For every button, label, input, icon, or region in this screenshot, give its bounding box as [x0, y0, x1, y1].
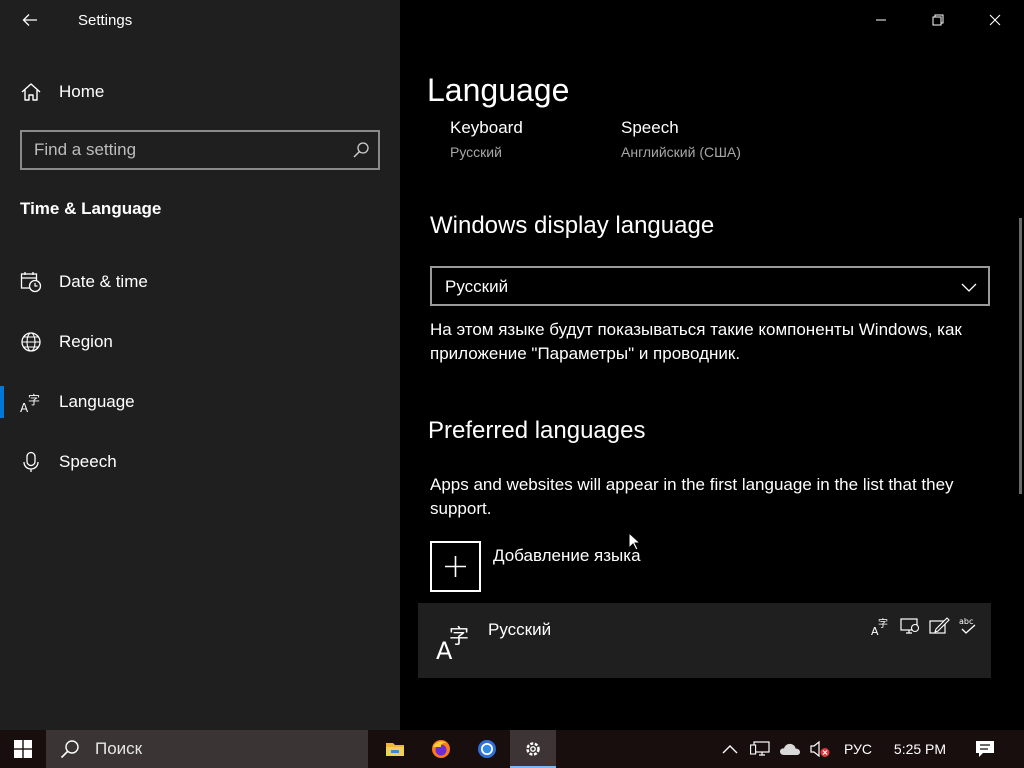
keyboard-summary[interactable]: Keyboard Русский — [450, 118, 523, 160]
sidebar-item-label: Date & time — [59, 272, 148, 291]
preferred-language-item[interactable]: A 字 Русский A 字 abc — [418, 603, 991, 678]
handwriting-icon — [929, 617, 950, 634]
volume-tray-button[interactable] — [806, 730, 834, 768]
close-button[interactable] — [972, 0, 1018, 40]
search-input[interactable] — [34, 139, 334, 161]
chevron-up-icon — [722, 745, 738, 754]
sidebar-item-date-time[interactable]: Date & time — [0, 260, 400, 304]
display-language-dropdown[interactable]: Русский — [430, 266, 990, 306]
chrome-icon — [478, 740, 496, 758]
sidebar-item-label: Home — [59, 82, 105, 101]
sidebar-item-region[interactable]: Region — [0, 320, 400, 364]
spellcheck-icon: abc — [959, 617, 976, 634]
show-hidden-icons-button[interactable] — [716, 730, 744, 768]
sidebar-item-home[interactable]: Home — [0, 72, 400, 112]
volume-muted-icon — [810, 740, 830, 758]
taskbar-app-file-explorer[interactable] — [372, 730, 418, 768]
back-button[interactable] — [10, 6, 50, 34]
display-language-icon: A 字 — [871, 617, 888, 637]
app-title: Settings — [78, 12, 133, 29]
calendar-clock-icon — [20, 272, 42, 293]
action-center-button[interactable] — [962, 730, 1008, 768]
start-button[interactable] — [0, 730, 46, 768]
sidebar-item-label: Region — [59, 332, 113, 351]
add-language-button[interactable]: Добавление языка — [430, 541, 730, 593]
section-title: Time & Language — [20, 199, 162, 218]
cloud-icon — [780, 743, 800, 755]
sidebar-item-language[interactable]: A 字 Language — [0, 380, 400, 424]
minimize-button[interactable] — [858, 0, 904, 40]
windows-logo-icon — [14, 740, 32, 758]
svg-text:字: 字 — [449, 624, 469, 648]
network-icon — [750, 741, 770, 756]
globe-icon — [21, 332, 41, 352]
summary-title: Keyboard — [450, 118, 523, 137]
language-icon: A 字 — [20, 392, 40, 413]
svg-text:字: 字 — [878, 617, 888, 630]
chevron-down-icon — [961, 283, 977, 292]
notifications-icon — [976, 741, 994, 757]
speech-icon — [900, 618, 920, 634]
taskbar-app-firefox[interactable] — [418, 730, 464, 768]
taskbar-search-label: Поиск — [95, 739, 143, 758]
file-explorer-icon — [386, 743, 404, 756]
settings-sidebar: Settings Home Time & Language Date & tim… — [0, 0, 400, 730]
minimize-icon — [876, 19, 886, 21]
svg-text:字: 字 — [28, 392, 40, 407]
home-icon — [21, 83, 41, 101]
svg-text:abc: abc — [959, 617, 973, 626]
microphone-icon — [23, 451, 39, 472]
summary-value: Английский (США) — [621, 144, 741, 160]
find-setting-search[interactable] — [20, 130, 380, 170]
network-tray-button[interactable] — [746, 730, 774, 768]
dropdown-value: Русский — [445, 277, 509, 296]
mouse-cursor-icon — [628, 532, 642, 551]
preferred-languages-heading: Preferred languages — [428, 417, 646, 444]
active-indicator — [0, 386, 4, 418]
firefox-icon — [432, 740, 450, 758]
taskbar-app-chrome[interactable] — [464, 730, 510, 768]
clock[interactable]: 5:25 PM — [884, 730, 956, 768]
display-language-description: На этом языке будут показываться такие к… — [430, 320, 962, 363]
search-icon[interactable] — [352, 141, 370, 159]
scrollbar-thumb[interactable] — [1019, 218, 1022, 494]
sidebar-item-speech[interactable]: Speech — [0, 440, 400, 484]
settings-icon — [526, 742, 540, 756]
input-language-indicator[interactable]: РУС — [838, 730, 878, 768]
page-title: Language — [427, 72, 570, 108]
summary-title: Speech — [621, 118, 679, 137]
sidebar-item-label: Language — [59, 392, 135, 411]
restore-button[interactable] — [915, 0, 961, 40]
taskbar-search[interactable]: Поиск — [46, 730, 368, 768]
back-arrow-icon — [22, 14, 37, 26]
add-language-label: Добавление языка — [493, 546, 641, 565]
restore-icon — [932, 14, 944, 26]
close-icon — [989, 14, 1001, 26]
taskbar: Поиск РУС 5:25 PM — [0, 730, 1024, 768]
search-icon — [60, 740, 79, 759]
language-name: Русский — [488, 620, 552, 639]
sidebar-item-label: Speech — [59, 452, 117, 471]
speech-summary[interactable]: Speech Английский (США) — [621, 118, 741, 160]
display-language-heading: Windows display language — [430, 212, 715, 239]
add-box — [430, 541, 481, 592]
onedrive-tray-button[interactable] — [776, 730, 804, 768]
title-bar: Settings — [0, 0, 400, 40]
plus-icon — [445, 556, 466, 577]
taskbar-app-settings[interactable] — [510, 730, 556, 768]
preferred-languages-description: Apps and websites will appear in the fir… — [430, 475, 954, 518]
language-icon: A 字 — [436, 624, 469, 661]
summary-value: Русский — [450, 144, 502, 160]
